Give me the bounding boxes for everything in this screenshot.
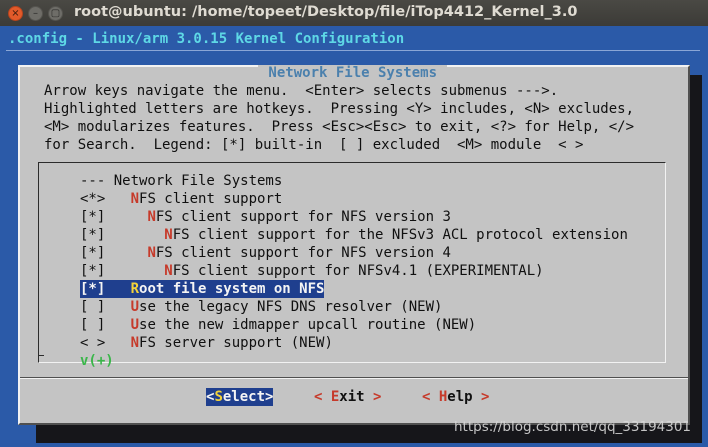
menu-item[interactable]: [*] Root file system on NFS <box>80 280 325 298</box>
menu-header-item: --- Network File Systems <box>80 172 282 190</box>
scroll-more-indicator[interactable]: v(+) <box>80 352 114 370</box>
menu-item-status: [*] <box>80 227 165 243</box>
minimize-window-icon[interactable]: – <box>28 6 43 21</box>
menu-item-hotkey: U <box>130 299 140 315</box>
help-text: Arrow keys navigate the menu. <Enter> se… <box>44 82 634 154</box>
help-line: Highlighted letters are hotkeys. Pressin… <box>44 101 635 117</box>
menu-item-label: se the legacy NFS DNS resolver (NEW) <box>139 299 443 315</box>
menu-item[interactable]: <*> NFS client support <box>80 190 282 208</box>
menu-item[interactable]: [ ] Use the new idmapper upcall routine … <box>80 316 476 334</box>
menu-item-status: [*] <box>80 263 165 279</box>
menu-box-corner <box>38 355 44 356</box>
menu-item-status: [ ] <box>80 299 131 315</box>
menu-item-label: FS client support for NFSv4.1 (EXPERIMEN… <box>172 263 544 279</box>
dialog-shadow-right <box>690 75 702 427</box>
menu-item-hotkey: U <box>130 317 140 333</box>
menu-item-label: FS server support (NEW) <box>139 335 333 351</box>
menu-item-label: FS client support for NFS version 3 <box>155 209 451 225</box>
menu-item-status: [*] <box>80 209 148 225</box>
dialog-title: Network File Systems <box>258 65 448 82</box>
menu-item[interactable]: < > NFS server support (NEW) <box>80 334 333 352</box>
menu-item-hotkey: N <box>147 245 156 261</box>
menu-item-status: [*] <box>80 281 131 297</box>
menu-item-status: <*> <box>80 191 131 207</box>
menu-item[interactable]: [*] NFS client support for NFS version 4 <box>80 244 451 262</box>
exit-button[interactable]: < Exit > <box>314 388 381 406</box>
window-title: root@ubuntu: /home/topeet/Desktop/file/i… <box>74 4 578 20</box>
help-line: <M> modularizes features. Press <Esc><Es… <box>44 119 635 135</box>
menu-item-hotkey: R <box>130 281 140 297</box>
menu-item-hotkey: N <box>130 335 140 351</box>
config-title-underline <box>6 50 700 51</box>
menu-item[interactable]: [*] NFS client support for the NFSv3 ACL… <box>80 226 628 244</box>
watermark-text: https://blog.csdn.net/qq_33194301 <box>454 419 692 435</box>
menu-item-label: FS client support for the NFSv3 ACL prot… <box>172 227 628 243</box>
config-title: .config - Linux/arm 3.0.15 Kernel Config… <box>8 31 405 47</box>
menu-item-label: FS client support for NFS version 4 <box>155 245 451 261</box>
maximize-window-icon[interactable]: ▢ <box>48 6 63 21</box>
menu-item-status: [ ] <box>80 317 131 333</box>
menu-item-hotkey: N <box>130 191 140 207</box>
menu-item-label: FS client support <box>139 191 283 207</box>
menu-item-status: --- <box>80 173 114 189</box>
window-titlebar: × – ▢ root@ubuntu: /home/topeet/Desktop/… <box>0 0 708 26</box>
select-button[interactable]: <Select> <box>206 388 274 406</box>
menu-item-hotkey: N <box>164 227 173 243</box>
help-button[interactable]: < Help > <box>422 388 489 406</box>
menu-item[interactable]: [ ] Use the legacy NFS DNS resolver (NEW… <box>80 298 442 316</box>
help-line: Arrow keys navigate the menu. <Enter> se… <box>44 83 559 99</box>
menu-item[interactable]: [*] NFS client support for NFS version 3 <box>80 208 451 226</box>
help-line: for Search. Legend: [*] built-in [ ] exc… <box>44 137 584 153</box>
close-window-icon[interactable]: × <box>8 6 23 21</box>
menu-item[interactable]: [*] NFS client support for NFSv4.1 (EXPE… <box>80 262 544 280</box>
button-separator-highlight <box>20 378 688 379</box>
menu-item-status: [*] <box>80 245 148 261</box>
menu-item-hotkey: N <box>164 263 173 279</box>
menu-item-label: Network File Systems <box>113 173 283 189</box>
menu-item-label: se the new idmapper upcall routine (NEW) <box>139 317 477 333</box>
menu-item-label: oot file system on NFS <box>139 281 325 297</box>
menu-item-hotkey: N <box>147 209 156 225</box>
menu-item-status: < > <box>80 335 131 351</box>
